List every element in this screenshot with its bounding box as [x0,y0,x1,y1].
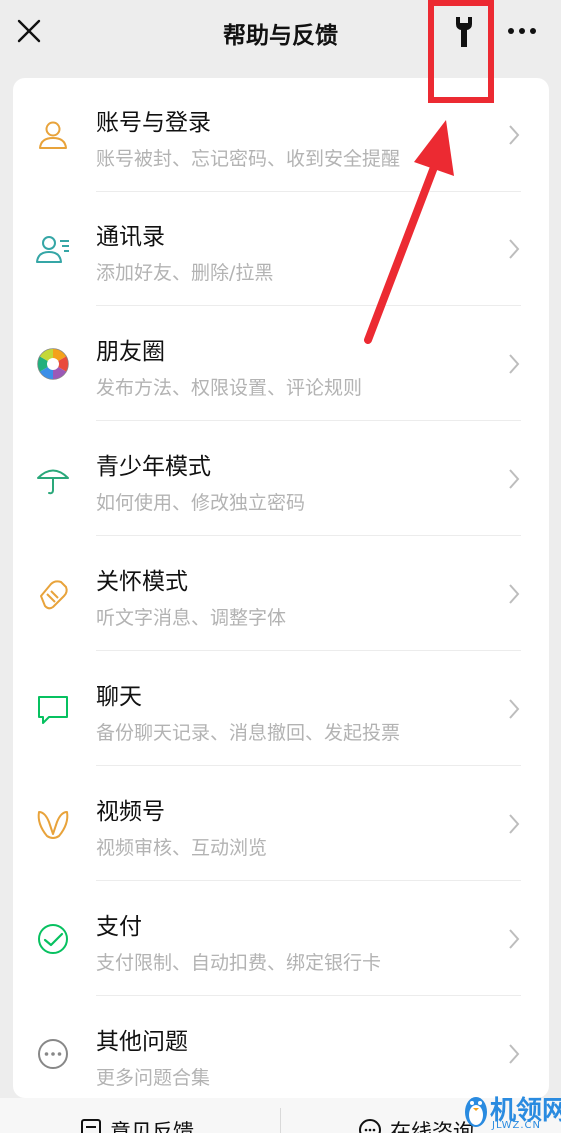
navigation-bar: 帮助与反馈 [0,0,561,70]
bottom-action-bar: 意见反馈 在线咨询 [0,1098,561,1133]
topic-label: 通讯录 [96,224,165,250]
divider [280,1108,281,1133]
topic-label: 聊天 [96,684,142,710]
topic-description: 视频审核、互动浏览 [96,837,268,859]
chat-circle-icon [359,1119,381,1133]
topic-channels[interactable]: 视频号 视频审核、互动浏览 [13,767,549,881]
repair-tool-button[interactable] [450,14,478,50]
topic-description: 备份聊天记录、消息撤回、发起投票 [96,722,401,744]
channels-icon [37,811,69,839]
topic-chat[interactable]: 聊天 备份聊天记录、消息撤回、发起投票 [13,652,549,766]
feedback-label: 意见反馈 [110,1120,194,1133]
chevron-right-icon [509,929,520,949]
topic-description: 发布方法、权限设置、评论规则 [96,377,363,399]
topic-label: 支付 [96,914,142,940]
topic-description: 听文字消息、调整字体 [96,607,287,629]
topic-label: 关怀模式 [96,569,188,595]
topic-label: 朋友圈 [96,339,165,365]
topic-other[interactable]: 其他问题 更多问题合集 [13,997,549,1098]
wrench-icon [456,17,472,47]
topic-description: 账号被封、忘记密码、收到安全提醒 [96,148,401,170]
divider [96,880,521,881]
topic-account-login[interactable]: 账号与登录 账号被封、忘记密码、收到安全提醒 [13,78,549,192]
feedback-button[interactable]: 意见反馈 [80,1116,194,1133]
chevron-right-icon [509,469,520,489]
chevron-right-icon [509,814,520,834]
chevron-right-icon [509,239,520,259]
topic-description: 添加好友、删除/拉黑 [96,262,274,284]
pay-icon [38,924,68,954]
more-button[interactable] [505,16,539,46]
divider [96,420,521,421]
topic-description: 支付限制、自动扣费、绑定银行卡 [96,952,382,974]
topic-contacts[interactable]: 通讯录 添加好友、删除/拉黑 [13,192,549,306]
more-circle-icon [38,1039,68,1069]
close-button[interactable] [12,14,46,48]
topic-label: 视频号 [96,799,165,825]
topic-label: 账号与登录 [96,110,211,136]
divider [96,765,521,766]
divider [96,650,521,651]
topic-description: 如何使用、修改独立密码 [96,492,306,514]
chevron-right-icon [509,584,520,604]
divider [96,995,521,996]
topic-description: 更多问题合集 [96,1067,211,1089]
person-icon [39,121,67,149]
topic-teen-mode[interactable]: 青少年模式 如何使用、修改独立密码 [13,422,549,536]
close-icon [17,19,41,43]
chat-bubble-icon [38,696,68,724]
moments-icon [37,348,69,380]
topic-moments[interactable]: 朋友圈 发布方法、权限设置、评论规则 [13,307,549,421]
feedback-icon [81,1119,101,1133]
topic-label: 青少年模式 [96,454,211,480]
more-dots-icon [508,28,536,34]
care-heart-icon [40,580,68,610]
divider [96,305,521,306]
help-topic-list: 账号与登录 账号被封、忘记密码、收到安全提醒 通讯录 添加好友、删除/拉黑 朋友… [13,78,549,1098]
online-consult-button[interactable]: 在线咨询 [358,1116,474,1133]
topic-care-mode[interactable]: 关怀模式 听文字消息、调整字体 [13,537,549,651]
online-consult-label: 在线咨询 [390,1120,474,1133]
chevron-right-icon [509,699,520,719]
chevron-right-icon [509,354,520,374]
chevron-right-icon [509,125,520,145]
topic-label: 其他问题 [96,1029,188,1055]
chevron-right-icon [509,1044,520,1064]
umbrella-icon [37,469,69,495]
topic-pay[interactable]: 支付 支付限制、自动扣费、绑定银行卡 [13,882,549,996]
contacts-icon [36,236,69,263]
divider [96,535,521,536]
